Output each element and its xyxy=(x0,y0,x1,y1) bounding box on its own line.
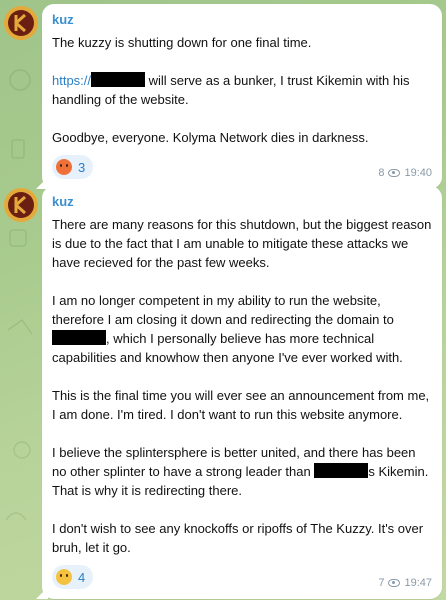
message-bubble[interactable]: kuz The kuzzy is shutting down for one f… xyxy=(42,4,442,189)
avatar[interactable] xyxy=(4,6,38,40)
reaction-chip[interactable]: 4 xyxy=(52,565,94,589)
avatar-logo-icon xyxy=(4,188,38,222)
view-count: 8 xyxy=(378,167,385,179)
message-text: There are many reasons for this shutdown… xyxy=(52,215,432,557)
sender-name[interactable]: kuz xyxy=(52,12,432,27)
sender-name[interactable]: kuz xyxy=(52,194,432,209)
message-paragraph: The kuzzy is shutting down for one final… xyxy=(52,35,312,50)
message-link[interactable]: https:// xyxy=(52,73,91,88)
redacted-block xyxy=(91,72,146,87)
message-paragraph: I am no longer competent in my ability t… xyxy=(52,293,403,365)
reaction-count: 3 xyxy=(78,159,86,175)
message-paragraph: There are many reasons for this shutdown… xyxy=(52,217,432,270)
message-time: 19:47 xyxy=(404,577,432,589)
avatar-logo-icon xyxy=(4,6,38,40)
message-paragraph: I don't wish to see any knockoffs or rip… xyxy=(52,521,424,555)
eye-icon xyxy=(388,579,401,587)
reaction-count: 4 xyxy=(78,569,86,585)
reaction-chip[interactable]: 3 xyxy=(52,155,94,179)
message-paragraph: Goodbye, everyone. Kolyma Network dies i… xyxy=(52,130,369,145)
angry-face-emoji-icon xyxy=(56,159,72,175)
view-count: 7 xyxy=(378,577,385,589)
message-text: The kuzzy is shutting down for one final… xyxy=(52,33,432,147)
sad-face-emoji-icon xyxy=(56,569,72,585)
message-meta: 7 19:47 xyxy=(378,577,432,589)
redacted-block xyxy=(314,463,369,478)
avatar[interactable] xyxy=(4,188,38,222)
message-footer: 4 7 19:47 xyxy=(52,565,432,591)
message-meta: 8 19:40 xyxy=(378,167,432,179)
message-paragraph: https:// will serve as a bunker, I trust… xyxy=(52,72,410,107)
message-bubble[interactable]: kuz There are many reasons for this shut… xyxy=(42,186,442,599)
message-paragraph: I believe the splintersphere is better u… xyxy=(52,445,429,498)
eye-icon xyxy=(388,169,401,177)
message-paragraph: This is the final time you will ever see… xyxy=(52,388,430,422)
redacted-block xyxy=(52,330,106,345)
message-footer: 3 8 19:40 xyxy=(52,155,432,181)
message-time: 19:40 xyxy=(404,167,432,179)
